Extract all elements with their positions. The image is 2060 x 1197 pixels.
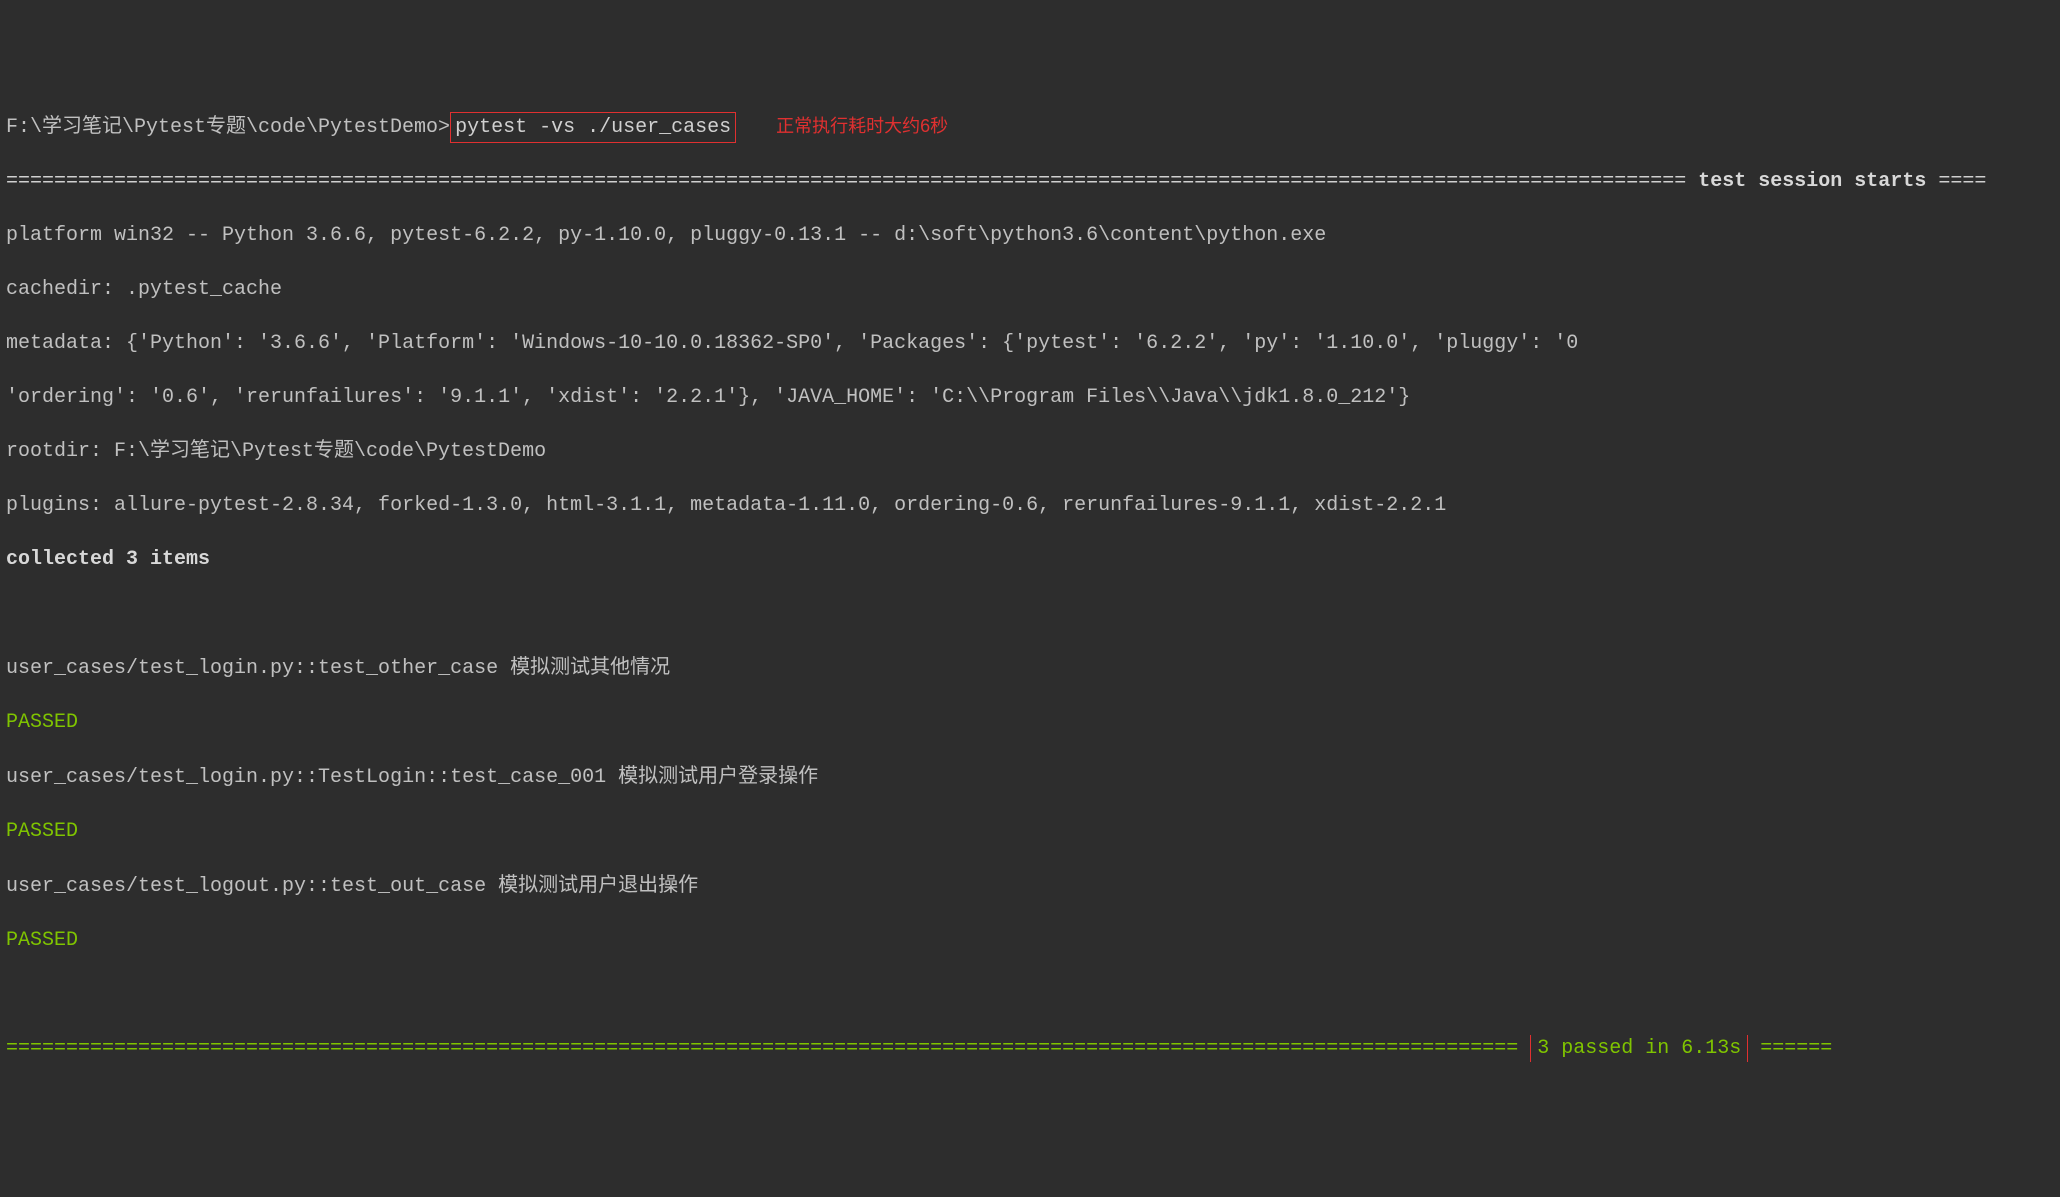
test-desc: 模拟测试用户登录操作 — [618, 765, 818, 787]
blank-line — [6, 600, 2060, 627]
test-line-1: user_cases/test_login.py::test_other_cas… — [6, 654, 2060, 682]
test-line-2: user_cases/test_login.py::TestLogin::tes… — [6, 763, 2060, 791]
rootdir-info: rootdir: F:\学习笔记\Pytest专题\code\PytestDem… — [6, 438, 2060, 465]
test-line-3: user_cases/test_logout.py::test_out_case… — [6, 872, 2060, 900]
prompt-path: F:\学习笔记\Pytest专题\code\PytestDemo> — [6, 116, 450, 139]
test-result-3: PASSED — [6, 927, 2060, 954]
summary-line: ========================================… — [6, 1035, 2060, 1062]
session-start-label: test session starts — [1698, 170, 1926, 193]
test-desc: 模拟测试其他情况 — [510, 656, 670, 678]
collected-items: collected 3 items — [6, 546, 2060, 573]
test-id: user_cases/test_login.py::test_other_cas… — [6, 657, 510, 680]
plugins-info: plugins: allure-pytest-2.8.34, forked-1.… — [6, 492, 2060, 519]
metadata-line-1: metadata: {'Python': '3.6.6', 'Platform'… — [6, 330, 2060, 357]
platform-info: platform win32 -- Python 3.6.6, pytest-6… — [6, 222, 2060, 249]
blank-line — [6, 981, 2060, 1008]
test-id: user_cases/test_login.py::TestLogin::tes… — [6, 766, 618, 789]
session-start-divider: ========================================… — [6, 168, 2060, 195]
command-prompt-line: F:\学习笔记\Pytest专题\code\PytestDemo>pytest … — [6, 114, 2060, 141]
cachedir-info: cachedir: .pytest_cache — [6, 276, 2060, 303]
summary-highlight-box: 3 passed in 6.13s — [1530, 1035, 1748, 1062]
command-highlight-box: pytest -vs ./user_cases — [450, 112, 736, 143]
test-result-1: PASSED — [6, 709, 2060, 736]
test-desc: 模拟测试用户退出操作 — [498, 874, 698, 896]
metadata-line-2: 'ordering': '0.6', 'rerunfailures': '9.1… — [6, 384, 2060, 411]
annotation-text: 正常执行耗时大约6秒 — [776, 116, 948, 136]
test-result-2: PASSED — [6, 818, 2060, 845]
test-id: user_cases/test_logout.py::test_out_case — [6, 875, 498, 898]
